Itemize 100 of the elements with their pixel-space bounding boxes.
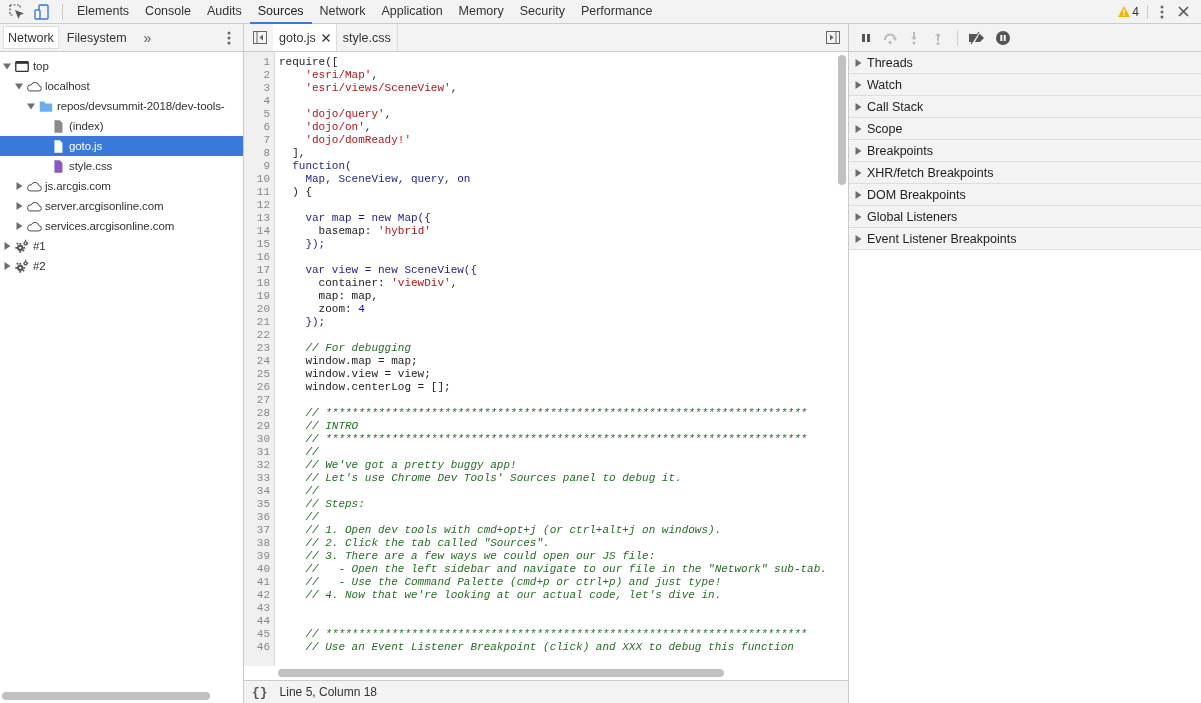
code-line: container: 'viewDiv', xyxy=(317,277,459,290)
tree-item[interactable]: (index) xyxy=(0,116,243,136)
expand-arrow-icon[interactable] xyxy=(854,190,862,199)
tree-item[interactable]: localhost xyxy=(0,76,243,96)
section-title[interactable]: Event Listener Breakpoints xyxy=(867,231,1017,246)
close-icon[interactable] xyxy=(321,33,330,42)
expand-arrow-icon[interactable] xyxy=(3,262,11,270)
expand-arrow-icon[interactable] xyxy=(854,146,862,155)
sidebar-section[interactable]: Watch xyxy=(849,74,1201,96)
code-line: // - Use the Command Palette (cmd+p or ctrl+p) and just type! xyxy=(304,576,723,589)
pause-on-exceptions-icon[interactable] xyxy=(996,30,1010,45)
tree-item[interactable]: repos/devsummit-2018/dev-tools- xyxy=(0,96,243,116)
panel-tab[interactable]: Elements xyxy=(69,0,138,24)
sidebar-section[interactable]: DOM Breakpoints xyxy=(849,184,1201,206)
code-line: }); xyxy=(304,316,327,329)
navigator-tab[interactable]: Network xyxy=(3,26,59,49)
expand-arrow-icon[interactable] xyxy=(3,242,11,250)
section-title[interactable]: Call Stack xyxy=(867,99,924,114)
panel-tab[interactable]: Security xyxy=(511,0,573,24)
scrollbar-thumb[interactable] xyxy=(838,55,846,185)
scrollbar-thumb[interactable] xyxy=(2,692,210,700)
tree-item[interactable]: style.css xyxy=(0,156,243,176)
code-line: ], xyxy=(291,147,307,160)
line-number: 30 xyxy=(255,433,271,446)
sidebar-section[interactable]: Breakpoints xyxy=(849,140,1201,162)
expand-arrow-icon[interactable] xyxy=(3,62,11,70)
code-line: // 2. Click the tab called "Sources". xyxy=(304,537,551,550)
close-icon[interactable] xyxy=(1178,6,1189,17)
tree-item[interactable]: #1 xyxy=(0,236,243,256)
scrollbar-thumb[interactable] xyxy=(278,669,724,677)
line-number: 42 xyxy=(255,589,271,602)
code-line: ) { xyxy=(291,186,313,199)
more-options-icon[interactable] xyxy=(1160,4,1164,19)
file-tab[interactable]: goto.js xyxy=(273,24,337,51)
tree-item[interactable]: top xyxy=(0,56,243,76)
toggle-sidebar-icon[interactable] xyxy=(253,31,267,44)
line-number: 7 xyxy=(262,134,271,147)
section-title[interactable]: XHR/fetch Breakpoints xyxy=(867,165,994,180)
line-number: 5 xyxy=(262,108,271,121)
expand-arrow-icon[interactable] xyxy=(15,82,23,90)
expand-arrow-icon[interactable] xyxy=(15,222,23,230)
sidebar-section[interactable]: Threads xyxy=(849,52,1201,74)
expand-arrow-icon[interactable] xyxy=(15,182,23,190)
panel-tab[interactable]: Console xyxy=(137,0,199,24)
sidebar-section[interactable]: Call Stack xyxy=(849,96,1201,118)
expand-arrow-icon[interactable] xyxy=(854,80,862,89)
line-number: 41 xyxy=(255,576,271,589)
sidebar-section[interactable]: Global Listeners xyxy=(849,206,1201,228)
expand-arrow-icon[interactable] xyxy=(854,168,862,177)
warning-count[interactable]: 4 xyxy=(1132,4,1139,19)
sidebar-section[interactable]: Event Listener Breakpoints xyxy=(849,228,1201,250)
section-title[interactable]: Global Listeners xyxy=(867,209,958,224)
expand-arrow-icon[interactable] xyxy=(854,58,862,67)
section-title[interactable]: Breakpoints xyxy=(867,143,933,158)
line-number: 15 xyxy=(255,238,271,251)
tree-item[interactable]: #2 xyxy=(0,256,243,276)
line-number: 6 xyxy=(262,121,271,134)
inspect-icon[interactable] xyxy=(9,3,25,20)
expand-arrow-icon[interactable] xyxy=(854,234,862,243)
sidebar-section[interactable]: Scope xyxy=(849,118,1201,140)
device-toolbar-icon[interactable] xyxy=(34,3,50,20)
section-title[interactable]: Threads xyxy=(867,55,913,70)
panel-tab[interactable]: Network xyxy=(311,0,374,24)
line-number: 43 xyxy=(255,602,271,615)
line-number: 4 xyxy=(262,95,271,108)
expand-arrow-icon[interactable] xyxy=(854,124,862,133)
code-line: 'esri/Map', xyxy=(304,69,380,82)
code-line: var view = new SceneView({ xyxy=(304,264,479,277)
line-number: 32 xyxy=(255,459,271,472)
tree-item[interactable]: goto.js xyxy=(0,136,243,156)
expand-arrow-icon[interactable] xyxy=(854,212,862,221)
more-tabs-button[interactable]: » xyxy=(143,29,152,46)
pretty-print-button[interactable]: {} xyxy=(252,684,268,700)
navigator-tab[interactable]: Filesystem xyxy=(61,26,132,49)
more-options-icon[interactable] xyxy=(227,30,231,45)
expand-arrow-icon[interactable] xyxy=(854,102,862,111)
line-number: 36 xyxy=(255,511,271,524)
expand-arrow-icon[interactable] xyxy=(27,102,35,110)
tree-item[interactable]: server.arcgisonline.com xyxy=(0,196,243,216)
expand-arrow-icon[interactable] xyxy=(15,202,23,210)
tree-item[interactable]: services.arcgisonline.com xyxy=(0,216,243,236)
sidebar-section[interactable]: XHR/fetch Breakpoints xyxy=(849,162,1201,184)
panel-tab[interactable]: Application xyxy=(373,0,451,24)
deactivate-breakpoints-icon[interactable] xyxy=(968,30,986,45)
panel-tab[interactable]: Performance xyxy=(572,0,661,24)
tree-item[interactable]: js.arcgis.com xyxy=(0,176,243,196)
code-line: function( xyxy=(291,160,353,173)
panel-tab[interactable]: Memory xyxy=(450,0,512,24)
panel-tab[interactable]: Audits xyxy=(199,0,250,24)
line-number: 31 xyxy=(255,446,271,459)
line-number: 8 xyxy=(262,147,271,160)
toggle-debugger-icon[interactable] xyxy=(826,31,840,44)
file-tab[interactable]: style.css xyxy=(336,24,398,51)
section-title[interactable]: Scope xyxy=(867,121,903,136)
line-number: 29 xyxy=(255,420,271,433)
code-line: // 3. There are a few ways we could open our JS file: xyxy=(304,550,657,563)
section-title[interactable]: Watch xyxy=(867,77,902,92)
code-line: }); xyxy=(304,238,327,251)
section-title[interactable]: DOM Breakpoints xyxy=(867,187,966,202)
line-number: 17 xyxy=(255,264,271,277)
